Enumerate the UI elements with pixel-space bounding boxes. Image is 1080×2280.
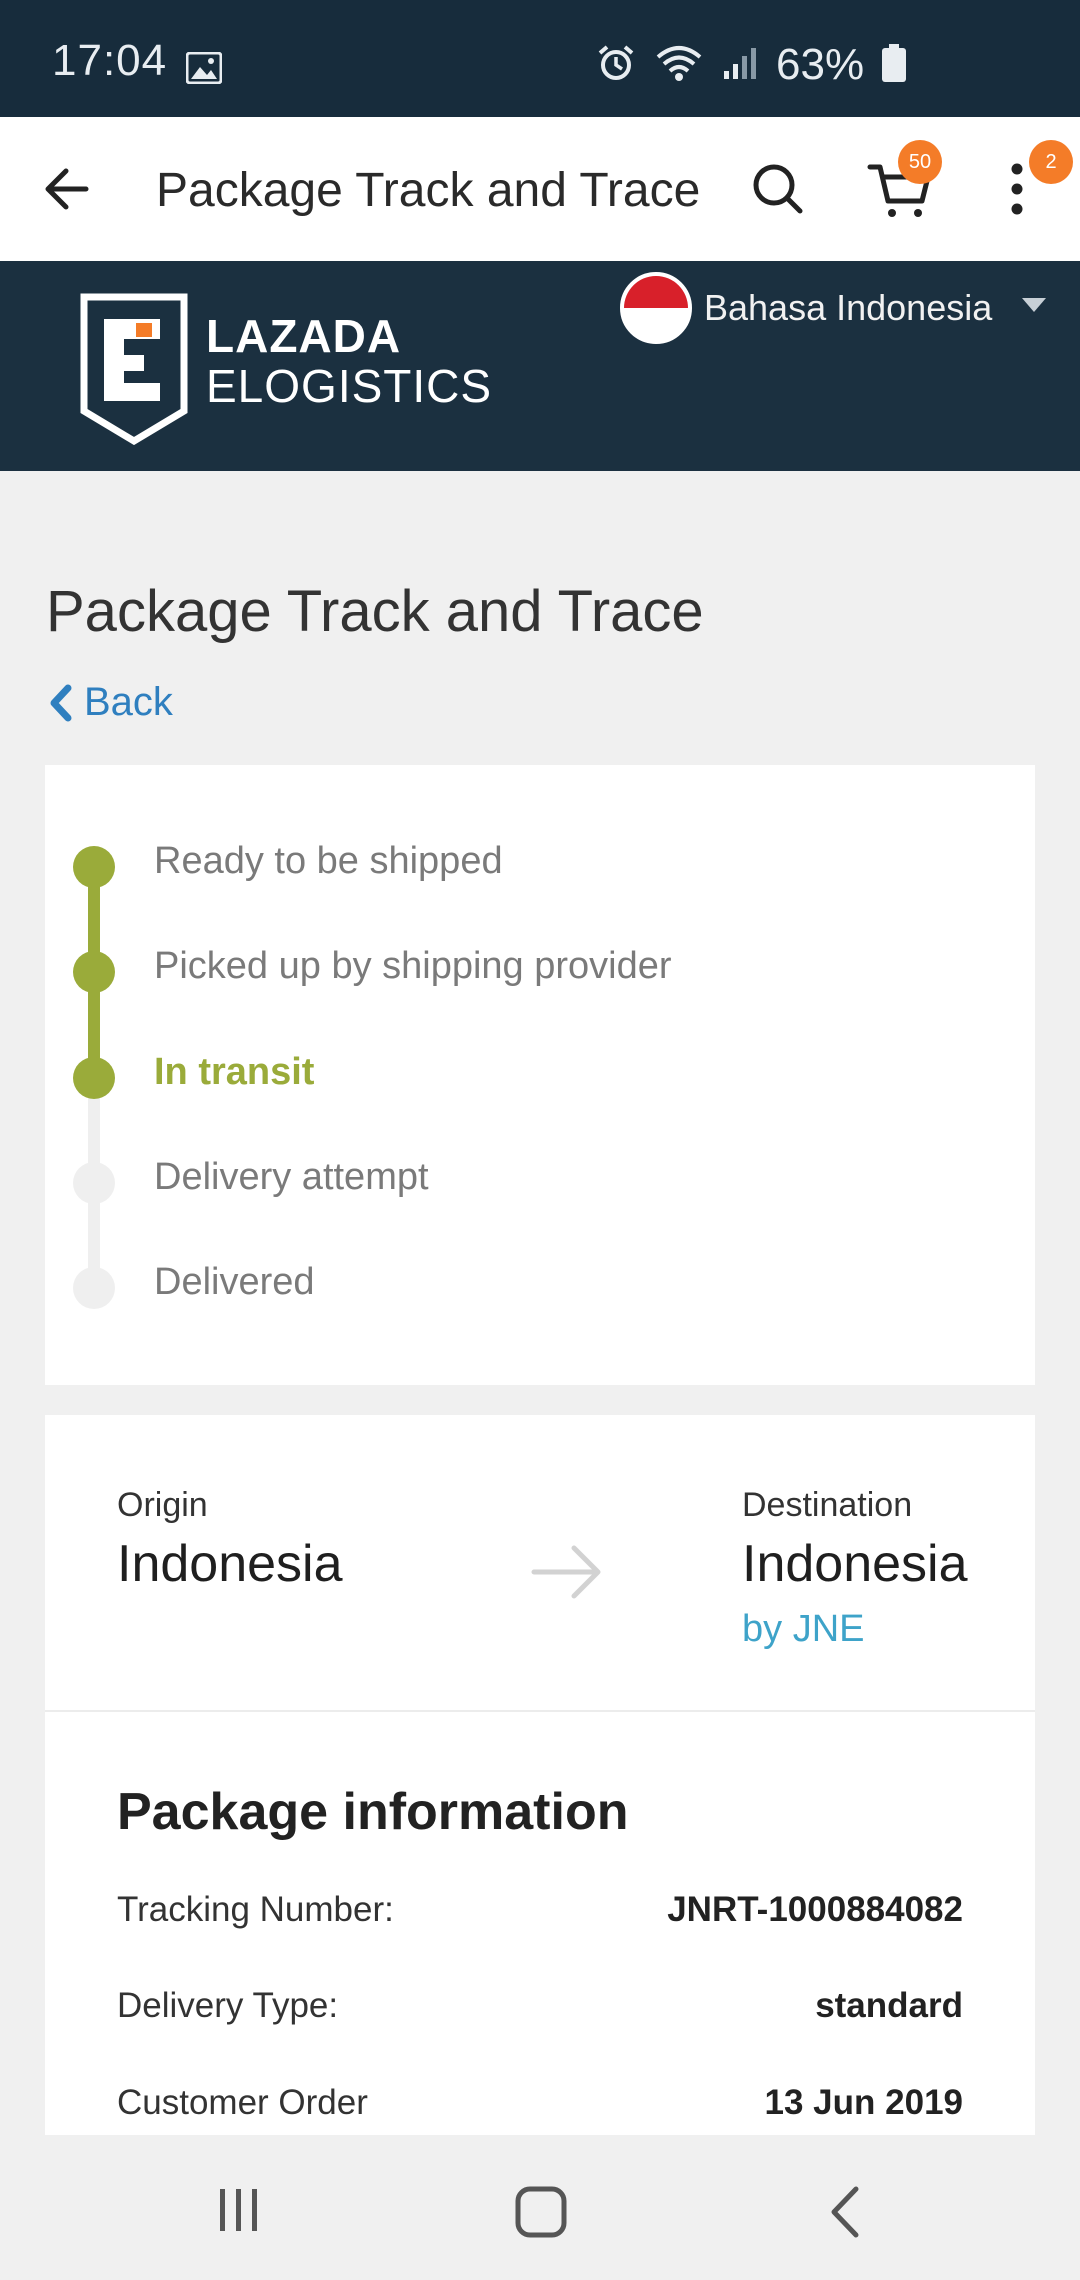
- gallery-icon: [185, 51, 223, 89]
- language-label: Bahasa Indonesia: [704, 287, 993, 328]
- customer-order-value: 13 Jun 2019: [764, 2083, 963, 2122]
- timeline-step-label: Delivery attempt: [154, 1156, 429, 1198]
- divider: [45, 1710, 1035, 1712]
- timeline-step-label: Ready to be shipped: [154, 840, 503, 882]
- timeline-step-label: Picked up by shipping provider: [154, 945, 672, 987]
- language-selector[interactable]: Bahasa Indonesia: [620, 272, 1047, 344]
- tracking-number-label: Tracking Number:: [117, 1890, 394, 1929]
- search-icon[interactable]: [748, 159, 808, 219]
- timeline-dot-picked-up: [73, 951, 115, 993]
- status-time: 17:04: [52, 36, 168, 85]
- recent-apps-icon[interactable]: [214, 2185, 264, 2240]
- destination-country: Indonesia: [742, 1535, 968, 1593]
- alarm-icon: [596, 43, 636, 88]
- app-bar-title: Package Track and Trace: [156, 164, 701, 217]
- system-back-icon[interactable]: [826, 2185, 866, 2244]
- timeline-dot-delivered: [73, 1267, 115, 1309]
- app-bar: Package Track and Trace: [0, 117, 1080, 261]
- tracking-number-value: JNRT-1000884082: [667, 1890, 963, 1929]
- wifi-icon: [654, 43, 704, 88]
- timeline-step-label-current: In transit: [154, 1051, 315, 1093]
- back-link-label: Back: [84, 680, 173, 724]
- lazada-logo-icon[interactable]: [80, 293, 188, 450]
- battery-icon: [882, 43, 907, 87]
- notification-badge: 2: [1029, 140, 1073, 184]
- home-icon[interactable]: [514, 2185, 568, 2244]
- destination-label: Destination: [742, 1486, 913, 1524]
- system-nav-bar: [0, 2135, 1080, 2280]
- arrow-right-icon: [530, 1540, 606, 1609]
- customer-order-label: Customer Order: [117, 2083, 368, 2122]
- battery-percent: 63%: [776, 40, 865, 89]
- timeline-dot-ready: [73, 846, 115, 888]
- caret-down-icon: [1022, 297, 1047, 319]
- package-info-heading: Package information: [117, 1783, 629, 1841]
- status-bar: 17:04 63%: [0, 0, 1080, 117]
- carrier-name[interactable]: by JNE: [742, 1608, 864, 1651]
- delivery-type-label: Delivery Type:: [117, 1986, 339, 2025]
- brand-name: LAZADA: [206, 310, 402, 362]
- cart-count-badge: 50: [898, 140, 942, 184]
- origin-country: Indonesia: [117, 1535, 343, 1593]
- timeline-dot-in-transit: [73, 1057, 115, 1099]
- brand-subname: ELOGISTICS: [206, 360, 493, 412]
- brand-wordmark: LAZADA ELOGISTICS: [206, 311, 492, 411]
- signal-icon: [722, 45, 758, 86]
- chevron-left-icon: [50, 684, 72, 721]
- timeline-step-label: Delivered: [154, 1261, 315, 1303]
- origin-label: Origin: [117, 1486, 208, 1524]
- page-title: Package Track and Trace: [46, 579, 704, 644]
- back-arrow-icon[interactable]: [36, 159, 106, 219]
- indonesia-flag-icon: [620, 272, 692, 344]
- timeline-dot-delivery-attempt: [73, 1162, 115, 1204]
- delivery-type-value: standard: [815, 1986, 963, 2025]
- back-link[interactable]: Back: [48, 680, 173, 725]
